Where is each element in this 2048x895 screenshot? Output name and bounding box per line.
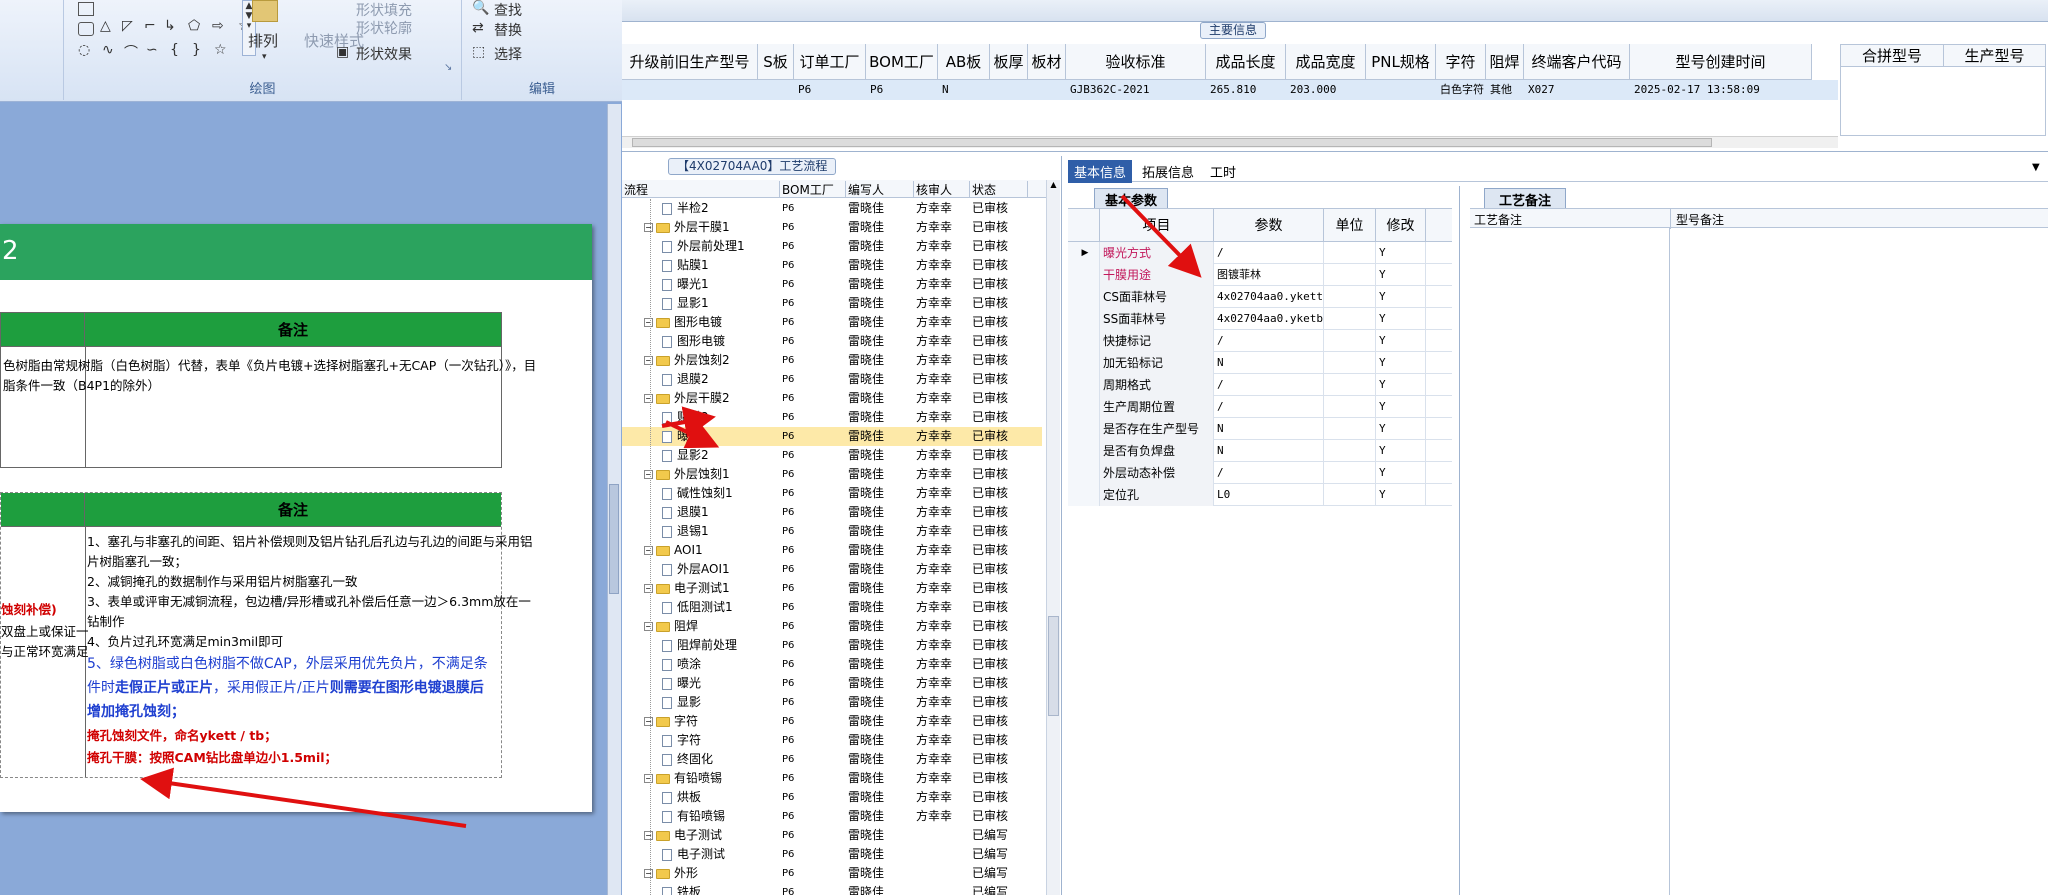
arrow-to-exposure-step [665,419,720,449]
arrow-to-doc-red-text [140,767,467,828]
annotation-overlay [140,194,1202,828]
arrow-to-film-usage [1120,194,1202,278]
